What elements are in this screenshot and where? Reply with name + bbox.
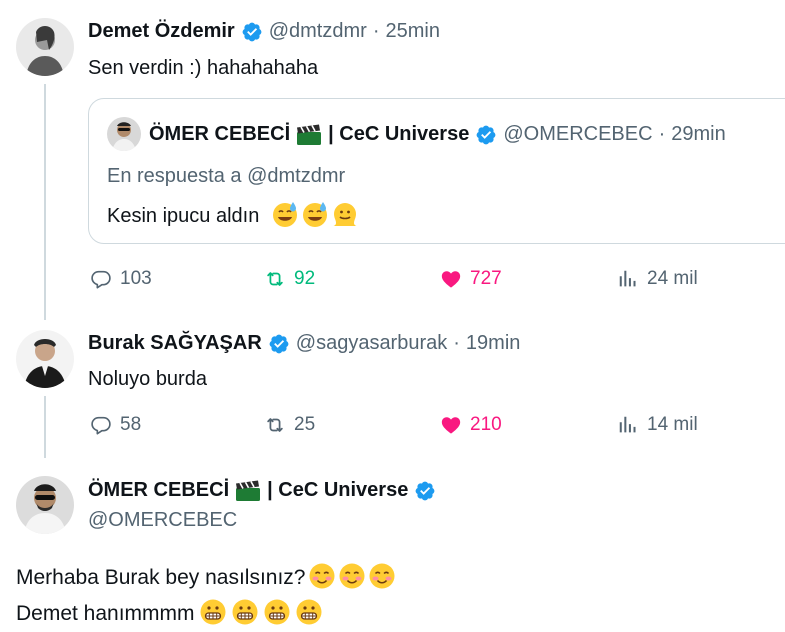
avatar[interactable]	[16, 476, 74, 534]
like-button[interactable]: 727	[440, 268, 502, 290]
retweet-icon	[264, 268, 286, 290]
avatar[interactable]	[16, 18, 74, 76]
author-name[interactable]: Burak SAĞYAŞAR	[88, 332, 262, 355]
blush-emoji-icon	[368, 562, 396, 590]
verified-badge-icon	[268, 333, 290, 355]
author-handle[interactable]: @OMERCEBEC	[88, 509, 237, 532]
blush-emoji-icon	[308, 562, 336, 590]
quote-author-handle: @OMERCEBEC	[503, 123, 653, 145]
views-chart-icon	[617, 414, 639, 436]
views-chart-icon	[617, 268, 639, 290]
reply-count: 103	[120, 268, 152, 289]
author-name[interactable]: Demet Özdemir	[88, 20, 235, 43]
separator-dot: ·	[658, 123, 666, 145]
retweet-button[interactable]: 25	[264, 414, 315, 436]
clapper-board-icon	[296, 124, 322, 146]
sweat-smile-emoji-icon	[301, 200, 329, 228]
author-handle[interactable]: @dmtzdmr	[269, 20, 367, 43]
verified-badge-icon	[414, 480, 436, 502]
view-count: 24 mil	[647, 268, 698, 289]
reply-count: 58	[120, 414, 142, 435]
tweet-text: Sen verdin :) hahahahaha	[88, 57, 319, 79]
like-count: 727	[470, 268, 502, 289]
retweet-button[interactable]: 92	[264, 268, 315, 290]
reply-button[interactable]: 58	[90, 414, 141, 436]
grimacing-emoji-icon	[295, 598, 323, 626]
thread-line-2	[44, 396, 46, 458]
thread-line-1	[44, 84, 46, 320]
retweet-icon	[264, 414, 286, 436]
reply-icon	[90, 414, 112, 436]
heart-icon	[440, 268, 462, 290]
grimacing-emoji-icon	[231, 598, 259, 626]
quote-time: 29min	[671, 123, 726, 145]
tweet-text: Noluyo burda	[88, 368, 207, 390]
grimacing-emoji-icon	[263, 598, 291, 626]
views-button[interactable]: 24 mil	[617, 268, 698, 290]
author-handle[interactable]: @sagyasarburak	[296, 332, 447, 355]
view-count: 14 mil	[647, 414, 698, 435]
quote-text-line: Kesin ipucu aldın	[107, 200, 359, 228]
sweat-smile-emoji-icon	[271, 200, 299, 228]
separator-dot: ·	[453, 332, 460, 354]
tweet-text-1: Merhaba Burak bey nasılsınız?	[16, 566, 306, 589]
quoted-tweet[interactable]: ÖMER CEBECİ | CeC Universe @OMERCEBEC · …	[88, 98, 785, 244]
author-name-suffix[interactable]: | CeC Universe	[267, 479, 408, 502]
separator-dot: ·	[372, 20, 380, 42]
reply-icon	[90, 268, 112, 290]
quote-text: Kesin ipucu aldın	[107, 205, 260, 227]
retweet-count: 92	[294, 268, 316, 289]
tweet-text-line-1: Merhaba Burak bey nasılsınız?	[16, 562, 396, 590]
grimacing-emoji-icon	[199, 598, 227, 626]
tweet-time[interactable]: 19min	[466, 332, 520, 355]
author-name[interactable]: ÖMER CEBECİ	[88, 479, 229, 502]
tweet-time[interactable]: 25min	[385, 20, 439, 43]
reply-button[interactable]: 103	[90, 268, 152, 290]
avatar[interactable]	[16, 330, 74, 388]
heart-icon	[440, 414, 462, 436]
quote-author-name: ÖMER CEBECİ	[149, 123, 291, 145]
melting-face-emoji-icon	[331, 200, 359, 228]
clapper-board-icon	[235, 480, 261, 502]
tweet-text-2: Demet hanımmmm	[16, 602, 195, 625]
quote-reply-to: En respuesta a @dmtzdmr	[107, 165, 346, 187]
retweet-count: 25	[294, 414, 316, 435]
like-count: 210	[470, 414, 502, 435]
blush-emoji-icon	[338, 562, 366, 590]
verified-badge-icon	[241, 21, 263, 43]
quote-avatar	[107, 117, 141, 151]
quote-author-suffix: | CeC Universe	[328, 123, 470, 145]
views-button[interactable]: 14 mil	[617, 414, 698, 436]
like-button[interactable]: 210	[440, 414, 502, 436]
tweet-text-line-2: Demet hanımmmm	[16, 598, 323, 626]
verified-badge-icon	[475, 124, 497, 146]
